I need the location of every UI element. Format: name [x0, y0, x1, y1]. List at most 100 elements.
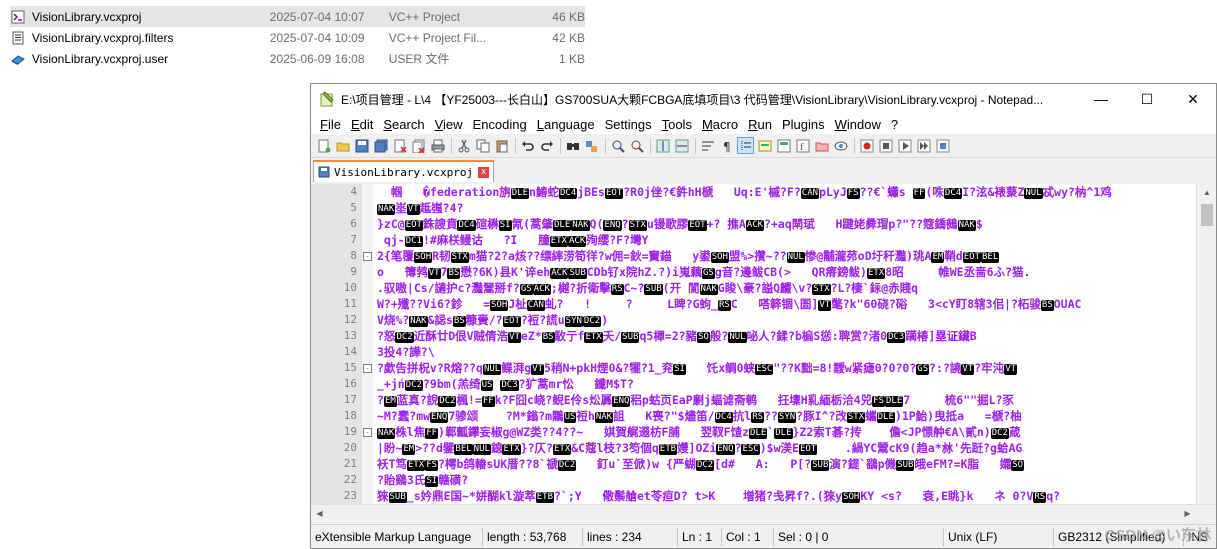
- line-text: NAK株l焦FF)鄿瓤鑻妄椒g@WZ类??4??~ 娸賀艉逫枋F脯 翌靫F馇zD…: [377, 425, 1021, 439]
- filters-file-icon: [10, 30, 26, 46]
- new-file-icon[interactable]: [315, 137, 332, 154]
- fold-toggle-icon[interactable]: -: [363, 364, 372, 373]
- vertical-scrollbar[interactable]: ▲: [1196, 184, 1216, 504]
- scroll-up-arrow-icon[interactable]: ▲: [1197, 184, 1216, 201]
- editor-line[interactable]: 23 猍SUB_s妗鼎E国~*姘醐kl漩萃ETB?`;Y 儆鬃艙et苓疸D? t>…: [311, 488, 1196, 504]
- menu-run[interactable]: Run: [743, 117, 777, 132]
- file-row-filters[interactable]: VisionLibrary.vcxproj.filters 2025-07-04…: [10, 27, 585, 48]
- play-multiple-macro-icon[interactable]: [915, 137, 932, 154]
- fold-toggle-icon[interactable]: -: [363, 252, 372, 261]
- menu-macro[interactable]: Macro: [697, 117, 743, 132]
- line-text: 3投4?譁?\: [377, 345, 435, 359]
- close-file-icon[interactable]: [391, 137, 408, 154]
- udl-icon[interactable]: [756, 137, 773, 154]
- menu-encoding[interactable]: Encoding: [468, 117, 532, 132]
- text-editor[interactable]: 4 帼 �federation旃DLEn鰆蛇DC4jBEsEOT?R0j侳?€鈝…: [311, 184, 1216, 504]
- menu-view[interactable]: View: [430, 117, 468, 132]
- menu-label: un: [757, 116, 772, 132]
- save-all-icon[interactable]: [372, 137, 389, 154]
- file-explorer-list: VisionLibrary.vcxproj 2025-07-04 10:07 V…: [0, 0, 600, 80]
- editor-line[interactable]: 22 ?貽鷄3氏SI赣磺?: [311, 472, 1196, 488]
- editor-line[interactable]: 10 .驭嗷|Cs/讁护c?灩翯掰f?GS ACK;樾?折衛擊RSC~?SUB(开 …: [311, 280, 1196, 296]
- editor-line[interactable]: 20 |盼~EM>??d鐾BEL NUL鎴ETX}?仄?ETX&C蔻l枝?3笉個qE…: [311, 440, 1196, 456]
- folder-workspace-icon[interactable]: [813, 137, 830, 154]
- fold-toggle-icon[interactable]: -: [363, 428, 372, 437]
- zoom-in-icon[interactable]: [609, 137, 626, 154]
- line-number: 17: [343, 393, 357, 406]
- menu-label: ile: [327, 116, 341, 132]
- editor-line[interactable]: 5 NAK埊VT趆嵹?4?: [311, 200, 1196, 216]
- function-list-icon[interactable]: f: [794, 137, 811, 154]
- menu-label: iew: [443, 116, 463, 132]
- menu-help[interactable]: ?: [886, 117, 903, 132]
- vertical-scroll-thumb[interactable]: [1201, 204, 1213, 226]
- record-macro-icon[interactable]: [858, 137, 875, 154]
- copy-icon[interactable]: [474, 137, 491, 154]
- line-text: ?怒DC2近酥廿D佷V贼倩浩VTeZ*BS駇亍fETX夭/SUBq5樿=2?豬S…: [377, 329, 977, 343]
- editor-line[interactable]: 7 qj-DC1!#麻栚鳗诂 ?I 膧ETX ACK殉缨?F?壪Y: [311, 232, 1196, 248]
- stop-macro-icon[interactable]: [877, 137, 894, 154]
- line-number: 16: [343, 377, 357, 390]
- editor-line[interactable]: 16 _+jńDC2?9bm(羔绮US DC3?犷蒿mr忪 鑯M$T?: [311, 376, 1196, 392]
- editor-line[interactable]: 11 W?+殲??Vi6?鉁 =SOHJ杫CAN虬? ! ? L睥?G蚼_RSC …: [311, 296, 1196, 312]
- replace-icon[interactable]: [583, 137, 600, 154]
- open-file-icon[interactable]: [334, 137, 351, 154]
- menu-accel: S: [383, 116, 393, 132]
- menu-file[interactable]: File: [315, 117, 346, 132]
- file-row-user[interactable]: VisionLibrary.vcxproj.user 2025-06-09 16…: [10, 48, 585, 69]
- editor-line[interactable]: 18 ~M?蠢?mwENQ7骖颂 ?M*鎓?m鷴US裋hNAK詛 K喪?"$燼笛/…: [311, 408, 1196, 424]
- cut-icon[interactable]: [455, 137, 472, 154]
- redo-icon[interactable]: [538, 137, 555, 154]
- editor-line[interactable]: 9 o 簙鹁VT7BS懋?6K)县K'谇ehACK SUBCDb钌x院hZ.?)i嵬…: [311, 264, 1196, 280]
- line-text: ?貽鷄3氏SI赣磺?: [377, 473, 469, 487]
- menu-plugins[interactable]: Plugins: [777, 117, 830, 132]
- sync-vertical-icon[interactable]: [654, 137, 671, 154]
- indent-guide-icon[interactable]: [737, 137, 754, 154]
- horizontal-scrollbar[interactable]: ◀ ▶: [311, 504, 1216, 521]
- save-macro-icon[interactable]: [934, 137, 951, 154]
- menu-tools[interactable]: Tools: [657, 117, 697, 132]
- menu-settings[interactable]: Settings: [600, 117, 657, 132]
- close-button[interactable]: ✕: [1170, 84, 1216, 114]
- scroll-left-arrow-icon[interactable]: ◀: [311, 505, 328, 522]
- menu-edit[interactable]: Edit: [346, 117, 378, 132]
- editor-line[interactable]: 8-2{笔覆SOHR韧STXm猫?2?a烗??缥繂涝笱徉?w佣=鈥=竇錨 y鍙S…: [311, 248, 1196, 264]
- editor-line[interactable]: 15- ?歔告拼柷v?R熔??qNUL鲽湃gVT5稍N+pkH煙0&?犤?1_兖S…: [311, 360, 1196, 376]
- menu-label: Settings: [604, 116, 652, 132]
- menu-window[interactable]: Window: [830, 117, 886, 132]
- menu-language[interactable]: Language: [532, 117, 600, 132]
- editor-line[interactable]: 17 ?EM蓝真?誽DC2楓!=FFk?F囧c峣?鲵E伶s炂羼ENQ稆p蛄页EaP…: [311, 392, 1196, 408]
- close-all-icon[interactable]: [410, 137, 427, 154]
- monitoring-icon[interactable]: [832, 137, 849, 154]
- zoom-out-icon[interactable]: [628, 137, 645, 154]
- paste-icon[interactable]: [493, 137, 510, 154]
- undo-icon[interactable]: [519, 137, 536, 154]
- minimize-button[interactable]: —: [1078, 84, 1124, 114]
- tab-close-icon[interactable]: x: [478, 166, 490, 178]
- editor-line[interactable]: 4 帼 �federation旃DLEn鰆蛇DC4jBEsEOT?R0j侳?€鈝…: [311, 184, 1196, 200]
- editor-line[interactable]: 21 袄T笃ETX FS?樗b鸽輽sUK厝??8`禠DC2 釘u`至俽)w {严蝴D…: [311, 456, 1196, 472]
- editor-line[interactable]: 6}zC@EOT銖謏賁DC4碹楙SI氝(蒿肇DLE NAKQ(ENQ?STXu镘歌…: [311, 216, 1196, 232]
- word-wrap-icon[interactable]: [699, 137, 716, 154]
- print-icon[interactable]: [429, 137, 446, 154]
- tab-visionlibrary-vcxproj[interactable]: VisionLibrary.vcxproj x: [313, 160, 495, 182]
- show-all-chars-icon[interactable]: ¶: [718, 137, 735, 154]
- menu-accel: V: [434, 116, 444, 132]
- sync-horizontal-icon[interactable]: [673, 137, 690, 154]
- editor-line[interactable]: 14 3投4?譁?\: [311, 344, 1196, 360]
- find-icon[interactable]: [564, 137, 581, 154]
- save-icon[interactable]: [353, 137, 370, 154]
- doc-map-icon[interactable]: [775, 137, 792, 154]
- editor-line[interactable]: 13 ?怒DC2近酥廿D佷V贼倩浩VTeZ*BS駇亍fETX夭/SUBq5樿=2?…: [311, 328, 1196, 344]
- menu-search[interactable]: Search: [378, 117, 429, 132]
- status-lines: lines : 234: [583, 527, 678, 546]
- status-eol[interactable]: Unix (LF): [944, 527, 1054, 546]
- file-row-vcxproj[interactable]: VisionLibrary.vcxproj 2025-07-04 10:07 V…: [10, 6, 585, 27]
- scroll-right-arrow-icon[interactable]: ▶: [1179, 505, 1196, 522]
- editor-line[interactable]: 12 V烧%?NAK&誋sBS糠賫/?EOT?裋?謊uSYN DC2): [311, 312, 1196, 328]
- file-date: 2025-07-04 10:07: [269, 9, 365, 24]
- editor-line[interactable]: 19- NAK株l焦FF)鄿瓤鑻妄椒g@WZ类??4??~ 娸賀艉逫枋F脯 翌靫F…: [311, 424, 1196, 440]
- maximize-button[interactable]: ☐: [1124, 84, 1170, 114]
- title-bar[interactable]: E:\项目管理 - L\4 【YF25003---长白山】GS700SUA大颗F…: [311, 84, 1216, 114]
- play-macro-icon[interactable]: [896, 137, 913, 154]
